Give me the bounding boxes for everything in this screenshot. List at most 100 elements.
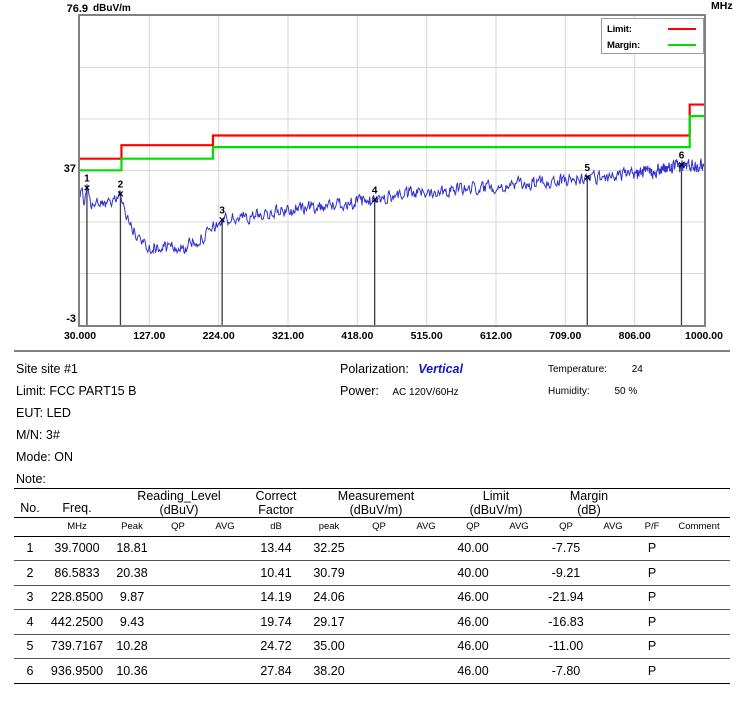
cell-rl_avg bbox=[200, 561, 250, 585]
x-tick-0: 30.000 bbox=[63, 330, 97, 342]
info-polarization-label: Polarization: bbox=[340, 362, 409, 376]
cell-cf_db: 13.44 bbox=[260, 541, 292, 556]
test-info-block: Site site #1 Limit: FCC PART15 B EUT: LE… bbox=[0, 350, 744, 486]
plot-svg: ×1×2×3×4×5 ×6 bbox=[80, 16, 704, 325]
results-table-section: No. Freq. Reading_Level (dBuV) Correct F… bbox=[0, 488, 744, 684]
cell-m_avg bbox=[402, 659, 450, 683]
chart-legend: Limit: Margin: bbox=[601, 18, 704, 54]
table-unit-header-row: MHz Peak QP AVG dB peak QP AVG QP AVG QP… bbox=[14, 518, 730, 536]
cell-no: 1 bbox=[26, 541, 34, 556]
cell-mg_qp: -16.83 bbox=[548, 614, 584, 629]
uh-rl-avg: AVG bbox=[215, 521, 235, 533]
cell-freq: 442.2500 bbox=[50, 614, 104, 629]
th-limit-unit: (dBuV/m) bbox=[469, 503, 523, 517]
cell-l_avg bbox=[496, 586, 542, 610]
marker-stems bbox=[86, 165, 683, 325]
th-reading-level-title: Reading_Level bbox=[137, 489, 221, 503]
plot-area[interactable]: × 1 × 2 × 3 × 4 × 5 × 6 Limit: Margin: bbox=[78, 14, 706, 327]
cell-m_peak: 24.06 bbox=[313, 590, 345, 605]
info-site-value: site #1 bbox=[41, 362, 78, 376]
cell-m_avg bbox=[402, 561, 450, 585]
info-eut-value: LED bbox=[46, 406, 71, 420]
cell-rl_peak: 10.36 bbox=[116, 663, 148, 678]
cell-cf_db: 10.41 bbox=[260, 565, 292, 580]
cell-mg_avg bbox=[590, 659, 636, 683]
marker-glyphs: ×1×2×3×4×5 ×6 bbox=[84, 151, 685, 227]
uh-m-qp: QP bbox=[372, 521, 386, 533]
th-no: No. bbox=[20, 501, 40, 515]
cell-rl_qp bbox=[156, 659, 200, 683]
cell-mg_avg bbox=[590, 586, 636, 610]
cell-rl_avg bbox=[200, 610, 250, 634]
table-row[interactable]: 3 228.8500 9.87 14.19 24.06 46.00 -21.94 P bbox=[14, 586, 730, 610]
cell-freq: 228.8500 bbox=[50, 590, 104, 605]
th-measurement-title: Measurement bbox=[337, 489, 415, 503]
legend-swatch-margin bbox=[668, 44, 696, 46]
cell-comment bbox=[668, 610, 730, 634]
table-row[interactable]: 6 936.9500 10.36 27.84 38.20 46.00 -7.80 P bbox=[14, 659, 730, 683]
table-row[interactable]: 5 739.7167 10.28 24.72 35.00 46.00 -11.00 P bbox=[14, 635, 730, 659]
legend-label-limit: Limit: bbox=[607, 23, 632, 35]
cell-l_avg bbox=[496, 659, 542, 683]
cell-freq: 86.5833 bbox=[54, 565, 100, 580]
y-axis-min-label: -3 bbox=[66, 313, 76, 325]
legend-item-limit: Limit: bbox=[607, 21, 699, 37]
cell-mg_avg bbox=[590, 635, 636, 659]
info-temperature-value: 24 bbox=[631, 364, 643, 375]
cell-m_peak: 30.79 bbox=[313, 565, 345, 580]
cell-m_qp bbox=[356, 635, 402, 659]
cell-mg_avg bbox=[590, 561, 636, 585]
cell-m_avg bbox=[402, 537, 450, 561]
info-mn: M/N: 3# bbox=[16, 428, 60, 442]
info-limit-label: Limit: bbox=[16, 384, 46, 398]
th-measurement-unit: (dBuV/m) bbox=[349, 503, 403, 517]
cell-comment bbox=[668, 659, 730, 683]
cell-rl_peak: 9.43 bbox=[119, 614, 145, 629]
y-axis-unit-label: dBuV/m bbox=[93, 3, 131, 14]
table-row[interactable]: 2 86.5833 20.38 10.41 30.79 40.00 -9.21 P bbox=[14, 561, 730, 585]
cell-m_peak: 32.25 bbox=[313, 541, 345, 556]
x-tick-4: 418.00 bbox=[341, 330, 374, 342]
th-correct-title: Correct bbox=[255, 489, 297, 503]
cell-rl_peak: 9.87 bbox=[119, 590, 145, 605]
info-divider bbox=[14, 350, 730, 352]
cell-pf: P bbox=[647, 614, 657, 629]
cell-pf: P bbox=[647, 565, 657, 580]
info-polarization-value: Vertical bbox=[418, 362, 463, 376]
th-limit-title: Limit bbox=[482, 489, 510, 503]
th-measurement: Measurement (dBuV/m) bbox=[302, 489, 450, 518]
margin-line bbox=[80, 115, 704, 172]
info-note-label: Note: bbox=[16, 472, 46, 486]
table-row[interactable]: 1 39.7000 18.81 13.44 32.25 40.00 -7.75 P bbox=[14, 537, 730, 561]
limit-line bbox=[80, 103, 704, 160]
uh-freq: MHz bbox=[67, 521, 87, 533]
info-limit: Limit: FCC PART15 B bbox=[16, 384, 136, 398]
table-row[interactable]: 4 442.2500 9.43 19.74 29.17 46.00 -16.83 P bbox=[14, 610, 730, 634]
uh-no bbox=[14, 518, 46, 536]
cell-l_qp: 40.00 bbox=[457, 565, 489, 580]
cell-m_peak: 35.00 bbox=[313, 639, 345, 654]
info-eut: EUT: LED bbox=[16, 406, 71, 420]
cell-comment bbox=[668, 635, 730, 659]
th-correct-factor: Correct Factor bbox=[250, 489, 302, 518]
info-power: Power: AC 120V/60Hz bbox=[340, 384, 459, 398]
uh-m-peak: peak bbox=[318, 521, 340, 533]
cell-no: 3 bbox=[26, 590, 34, 605]
cell-mg_avg bbox=[590, 537, 636, 561]
cell-rl_peak: 18.81 bbox=[116, 541, 148, 556]
cell-mg_qp: -21.94 bbox=[548, 590, 584, 605]
cell-rl_qp bbox=[156, 537, 200, 561]
cell-rl_qp bbox=[156, 610, 200, 634]
horizontal-gridlines bbox=[80, 67, 704, 274]
uh-mg-qp: QP bbox=[559, 521, 573, 533]
th-limit: Limit (dBuV/m) bbox=[450, 489, 542, 518]
cell-m_qp bbox=[356, 610, 402, 634]
cell-pf: P bbox=[647, 590, 657, 605]
info-limit-value: FCC PART15 B bbox=[49, 384, 137, 398]
x-tick-6: 612.00 bbox=[479, 330, 513, 342]
info-mn-value: 3# bbox=[45, 428, 60, 442]
info-mn-label: M/N: bbox=[16, 428, 43, 442]
cell-pf: P bbox=[647, 663, 657, 678]
cell-freq: 39.7000 bbox=[54, 541, 100, 556]
cell-l_qp: 40.00 bbox=[457, 541, 489, 556]
